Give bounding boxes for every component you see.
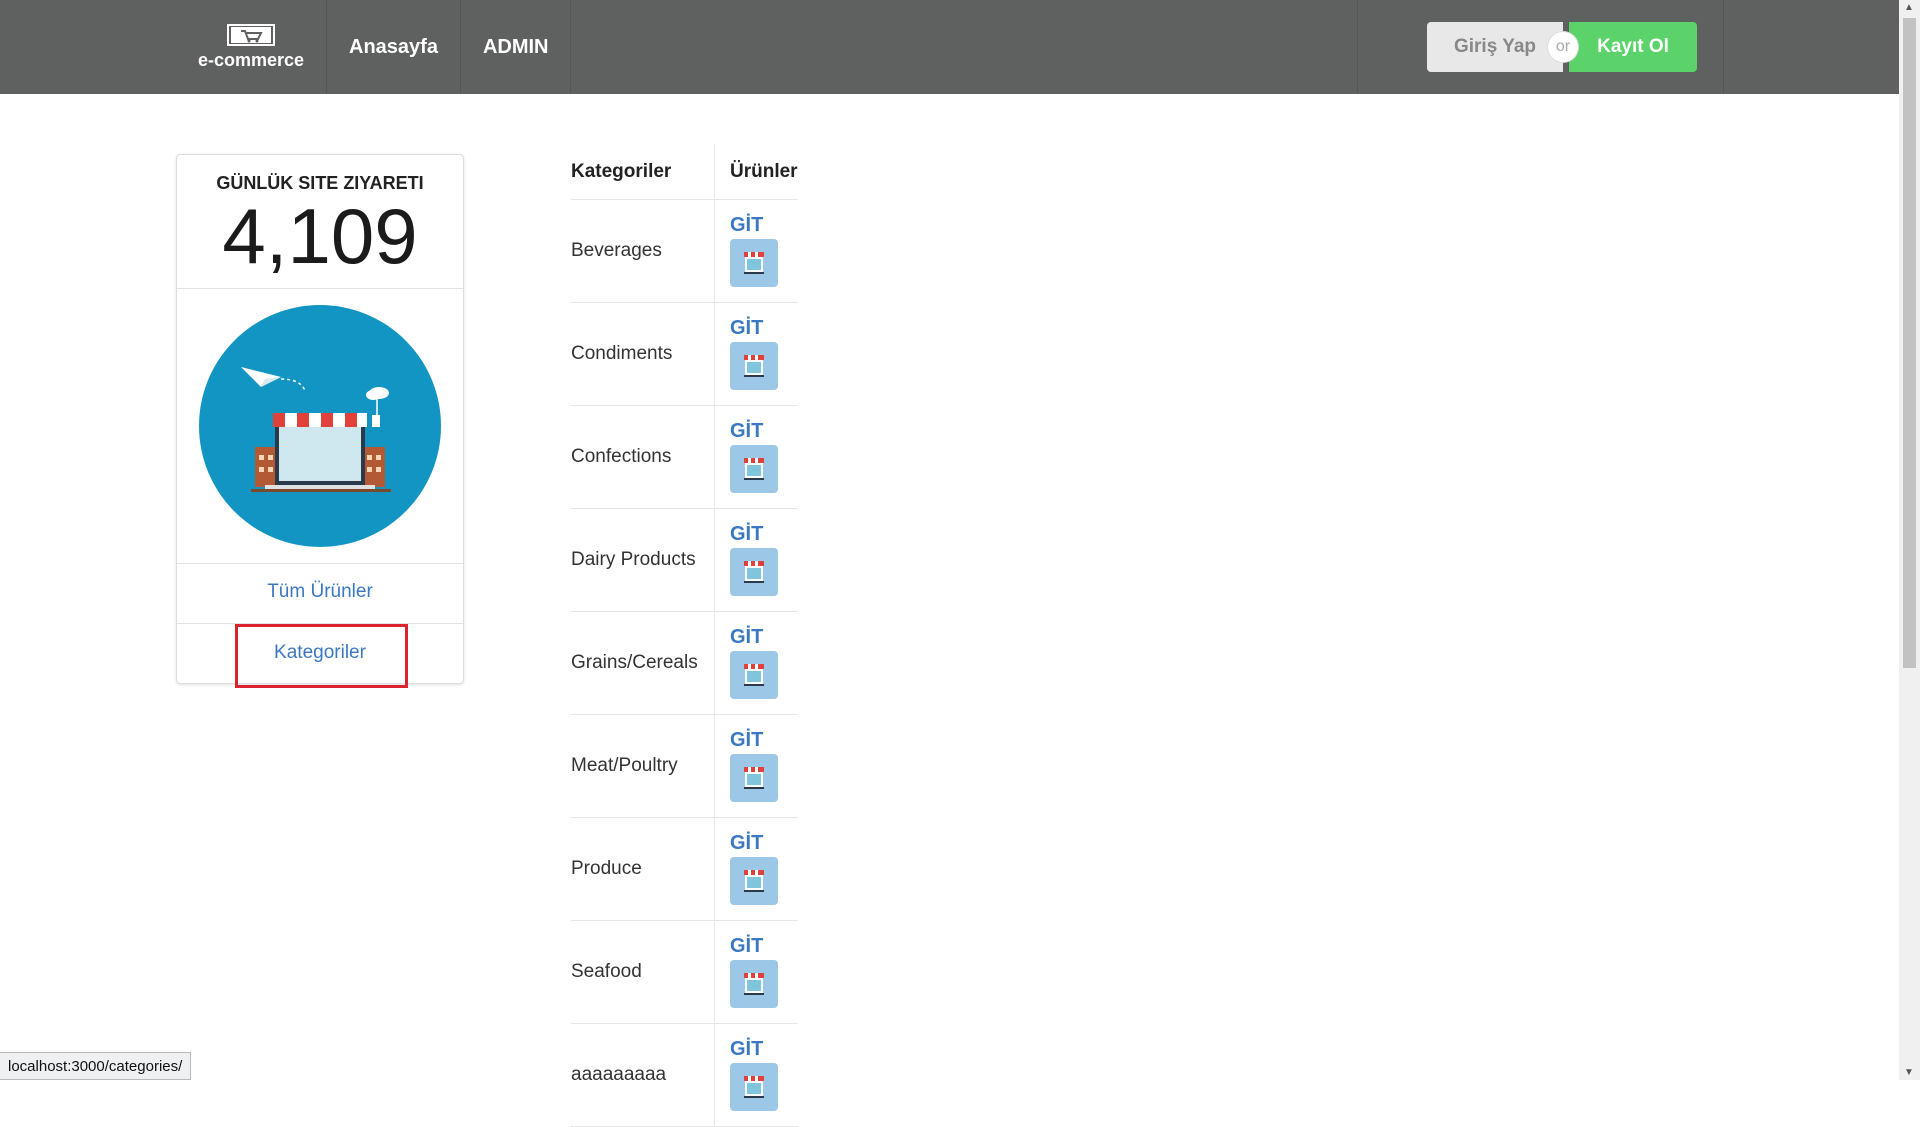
divider bbox=[177, 288, 463, 289]
go-link[interactable]: GİT bbox=[730, 1038, 778, 1061]
go-link[interactable]: GİT bbox=[730, 317, 778, 340]
table-row: Seafood GİT bbox=[571, 921, 798, 1024]
category-name: Grains/Cereals bbox=[571, 612, 715, 714]
products-cell: GİT bbox=[715, 406, 778, 508]
scroll-up-arrow-icon[interactable]: ▲ bbox=[1904, 2, 1914, 13]
site-visits-card: GÜNLÜK SITE ZIYARETI 4,109 Tüm Ürünler K… bbox=[176, 154, 464, 684]
table-row: Confections GİT bbox=[571, 406, 798, 509]
category-name: Seafood bbox=[571, 921, 715, 1023]
nav-home-link[interactable]: Anasayfa bbox=[327, 0, 461, 94]
header-categories: Kategoriler bbox=[571, 144, 715, 199]
or-separator: or bbox=[1548, 32, 1578, 62]
go-link[interactable]: GİT bbox=[730, 832, 778, 855]
store-icon[interactable] bbox=[730, 960, 778, 1008]
brand-name: e-commerce bbox=[197, 49, 305, 70]
products-cell: GİT bbox=[715, 200, 778, 302]
store-icon[interactable] bbox=[730, 445, 778, 493]
products-cell: GİT bbox=[715, 303, 778, 405]
header-products: Ürünler bbox=[730, 160, 798, 182]
categories-link-highlight bbox=[235, 624, 408, 688]
login-button[interactable]: Giriş Yap bbox=[1427, 22, 1563, 72]
visits-label: GÜNLÜK SITE ZIYARETI bbox=[216, 173, 424, 193]
store-icon[interactable] bbox=[730, 548, 778, 596]
register-button[interactable]: Kayıt Ol bbox=[1569, 22, 1697, 72]
scroll-down-arrow-icon[interactable]: ▼ bbox=[1904, 1067, 1914, 1078]
products-cell: GİT bbox=[715, 818, 778, 920]
go-link[interactable]: GİT bbox=[730, 935, 778, 958]
top-navbar: e-commerce Anasayfa ADMIN Giriş Yap or K… bbox=[0, 0, 1899, 94]
status-url: localhost:3000/categories/ bbox=[0, 1052, 192, 1080]
table-row: aaaaaaaaa GİT bbox=[571, 1024, 798, 1127]
table-header: Kategoriler Ürünler bbox=[571, 144, 798, 200]
table-row: Condiments GİT bbox=[571, 303, 798, 406]
store-icon[interactable] bbox=[730, 1063, 778, 1111]
products-cell: GİT bbox=[715, 612, 778, 714]
store-icon[interactable] bbox=[730, 651, 778, 699]
all-products-link[interactable]: Tüm Ürünler bbox=[177, 581, 463, 603]
products-cell: GİT bbox=[715, 509, 778, 611]
table-row: Grains/Cereals GİT bbox=[571, 612, 798, 715]
online-store-illustration bbox=[199, 305, 441, 547]
category-name: Beverages bbox=[571, 200, 715, 302]
visits-value: 4,109 bbox=[222, 192, 418, 280]
go-link[interactable]: GİT bbox=[730, 214, 778, 237]
brand-logo[interactable]: e-commerce bbox=[176, 0, 327, 94]
categories-table: Kategoriler Ürünler Beverages GİT Condimen… bbox=[571, 144, 798, 1127]
go-link[interactable]: GİT bbox=[730, 626, 778, 649]
products-cell: GİT bbox=[715, 1024, 778, 1126]
go-link[interactable]: GİT bbox=[730, 523, 778, 546]
category-name: Meat/Poultry bbox=[571, 715, 715, 817]
store-icon[interactable] bbox=[730, 239, 778, 287]
go-link[interactable]: GİT bbox=[730, 729, 778, 752]
products-cell: GİT bbox=[715, 921, 778, 1023]
table-row: Beverages GİT bbox=[571, 200, 798, 303]
auth-buttons: Giriş Yap or Kayıt Ol bbox=[1427, 22, 1697, 72]
nav-admin-link[interactable]: ADMIN bbox=[461, 0, 572, 94]
store-icon[interactable] bbox=[730, 754, 778, 802]
products-cell: GİT bbox=[715, 715, 778, 817]
table-body: Beverages GİT Condiments GİT Confections GİT D… bbox=[571, 200, 798, 1127]
store-icon[interactable] bbox=[730, 342, 778, 390]
nav-divider bbox=[1723, 0, 1724, 94]
category-name: aaaaaaaaa bbox=[571, 1024, 715, 1126]
go-link[interactable]: GİT bbox=[730, 420, 778, 443]
divider bbox=[177, 563, 463, 564]
cart-logo-icon bbox=[227, 23, 275, 46]
category-name: Confections bbox=[571, 406, 715, 508]
category-name: Produce bbox=[571, 818, 715, 920]
category-name: Condiments bbox=[571, 303, 715, 405]
nav-divider bbox=[1357, 0, 1358, 94]
category-name: Dairy Products bbox=[571, 509, 715, 611]
table-row: Produce GİT bbox=[571, 818, 798, 921]
table-row: Dairy Products GİT bbox=[571, 509, 798, 612]
vertical-scrollbar[interactable]: ▲ ▼ bbox=[1899, 0, 1920, 1080]
store-icon[interactable] bbox=[730, 857, 778, 905]
scroll-thumb[interactable] bbox=[1903, 18, 1916, 668]
table-row: Meat/Poultry GİT bbox=[571, 715, 798, 818]
